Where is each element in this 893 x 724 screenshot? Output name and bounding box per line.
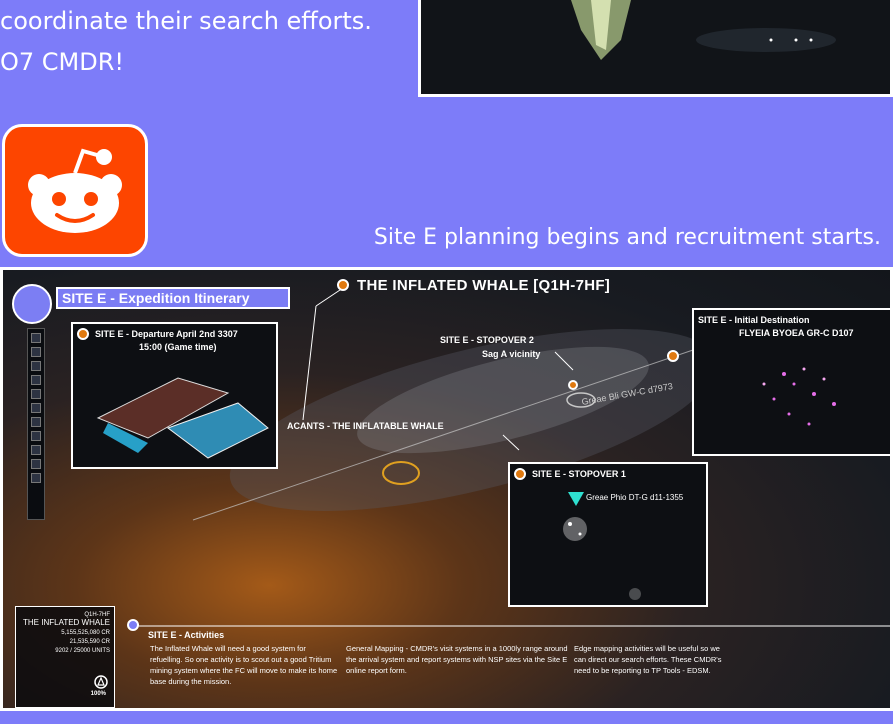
expedition-logo [12, 284, 52, 324]
initial-title: SITE E - Initial Destination [698, 315, 810, 325]
departure-title: SITE E - Departure April 2nd 3307 [95, 329, 238, 339]
stopover1-title: SITE E - STOPOVER 1 [532, 469, 626, 479]
activity-refuel: The Inflated Whale will need a good syst… [150, 644, 338, 686]
stats-name: THE INFLATED WHALE [23, 618, 110, 627]
toolbar-button[interactable] [31, 417, 41, 427]
toolbar-button[interactable] [31, 459, 41, 469]
activity-edge-mapping: Edge mapping activities will be useful s… [574, 644, 722, 675]
expedition-map: SITE E - Expedition Itinerary THE INFLAT… [0, 267, 893, 711]
stopover1-star-cluster [563, 517, 641, 600]
toolbar-button[interactable] [31, 347, 41, 357]
toolbar-button[interactable] [31, 473, 41, 483]
initial-system: FLYEIA BYOEA GR-C D107 [739, 328, 854, 338]
stopover2-title: SITE E - STOPOVER 2 [440, 335, 534, 345]
game-video-thumbnail[interactable] [418, 0, 893, 97]
initial-destination-panel: SITE E - Initial Destination FLYEIA BYOE… [692, 308, 890, 456]
intro-line-2: O7 CMDR! [0, 48, 125, 76]
title-marker-dot [337, 279, 349, 291]
initial-destination-dot [667, 350, 679, 362]
caption-text: Site E planning begins and recruitment s… [373, 225, 881, 250]
acants-label: ACANTS - THE INFLATABLE WHALE [287, 421, 444, 431]
carrier-title: THE INFLATED WHALE [Q1H-7HF] [357, 277, 611, 294]
fleet-carrier-image [96, 377, 269, 459]
activities-title: SITE E - Activities [148, 630, 225, 640]
stopover1-panel: SITE E - STOPOVER 1 Greae Phio DT-G d11-… [508, 462, 708, 607]
stopover2-sub: Sag A vicinity [482, 349, 541, 359]
departure-dot [77, 328, 89, 340]
toolbar-button[interactable] [31, 431, 41, 441]
reddit-icon[interactable] [2, 124, 148, 257]
toolbar-button[interactable] [31, 361, 41, 371]
toolbar-button[interactable] [31, 389, 41, 399]
stats-cr2: 21,535,590 CR [69, 639, 110, 645]
intro-line-1: coordinate their search efforts. [0, 7, 372, 35]
stopover1-dot [514, 468, 526, 480]
toolbar-button[interactable] [31, 333, 41, 343]
activities-dot [127, 619, 139, 631]
stats-cr1: 5,155,525,080 CR [61, 630, 110, 636]
carrier-status-icon [94, 675, 108, 689]
carrier-stats-card: Q1H-7HF THE INFLATED WHALE 5,155,525,080… [15, 606, 115, 708]
departure-time: 15:00 (Game time) [139, 342, 217, 352]
toolbar-button[interactable] [31, 375, 41, 385]
map-toolbar [27, 328, 45, 520]
toolbar-button[interactable] [31, 403, 41, 413]
stopover2-dot [568, 380, 578, 390]
ship-scene-image [571, 0, 836, 60]
stats-pct: 100% [90, 691, 106, 697]
toolbar-button[interactable] [31, 445, 41, 455]
expedition-header: SITE E - Expedition Itinerary [56, 287, 290, 309]
stats-units: 9202 / 25000 UNITS [55, 648, 110, 654]
activity-general-mapping: General Mapping - CMDR's visit systems i… [346, 644, 568, 675]
stopover1-system: Greae Phio DT-G d11-1355 [586, 493, 684, 502]
initial-star-cluster [762, 367, 836, 426]
departure-panel: SITE E - Departure April 2nd 3307 15:00 … [71, 322, 278, 469]
